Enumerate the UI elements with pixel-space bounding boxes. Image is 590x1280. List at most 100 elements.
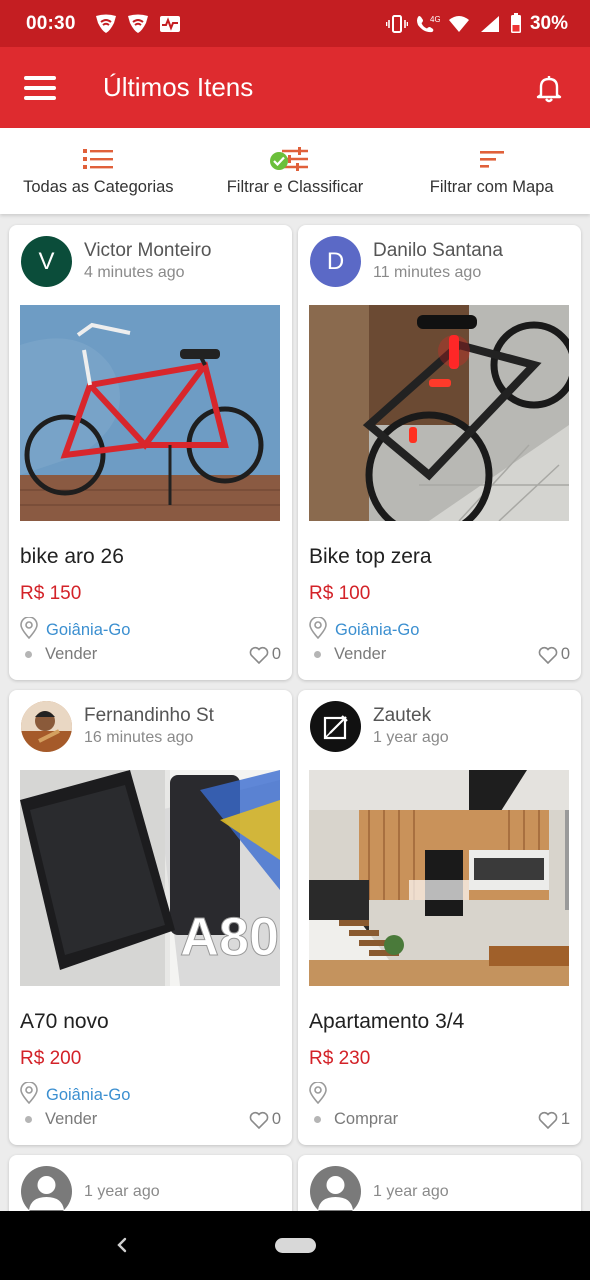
avatar[interactable]: D [310, 236, 361, 287]
bullet-icon [25, 651, 32, 658]
listing-price: R$ 230 [309, 1048, 371, 1069]
seller-name: Victor Monteiro [84, 239, 212, 261]
like-count: 1 [560, 1110, 570, 1128]
seller-header: Fernandinho St 16 minutes ago [21, 701, 214, 752]
activity-icon [158, 12, 182, 36]
system-nav-bar [0, 1211, 590, 1280]
seller-name: Fernandinho St [84, 704, 214, 726]
listing-type: Vender [45, 645, 98, 663]
filter-sort-label: Filtrar e Classificar [226, 177, 364, 196]
listing-title: Bike top zera [309, 545, 432, 568]
posted-time: 4 minutes ago [84, 263, 185, 281]
like-button[interactable]: 0 [249, 645, 281, 664]
listing-type: Vender [334, 645, 387, 663]
battery-percent: 30% [529, 12, 568, 34]
like-button[interactable]: 0 [538, 645, 570, 664]
posted-time: 11 minutes ago [373, 263, 482, 281]
bell-icon[interactable] [532, 71, 566, 105]
listing-meta: Comprar 1 [309, 1110, 570, 1129]
filter-toolbar: Todas as Categorias Filtrar e Classifica… [0, 128, 590, 214]
location-city[interactable]: Goiânia-Go [46, 1086, 130, 1105]
listing-location: Goiânia-Go [20, 1081, 130, 1109]
wifi-icon [447, 12, 471, 36]
back-icon[interactable] [112, 1233, 132, 1257]
status-notification-icons [94, 12, 182, 36]
listing-location: Goiânia-Go [309, 616, 419, 644]
avatar[interactable] [310, 1166, 361, 1215]
location-city[interactable]: Goiânia-Go [335, 621, 419, 640]
posted-time: 1 year ago [373, 728, 449, 746]
like-button[interactable]: 0 [249, 1110, 281, 1129]
avatar[interactable] [21, 701, 72, 752]
seller-header: V Victor Monteiro 4 minutes ago [21, 236, 211, 287]
page-title: Últimos Itens [103, 72, 254, 102]
seller-header: D Danilo Santana 11 minutes ago [310, 236, 503, 287]
listing-title: bike aro 26 [20, 545, 124, 568]
sort-icon [479, 146, 504, 172]
seller-name: Danilo Santana [373, 239, 503, 261]
like-count: 0 [271, 1110, 281, 1128]
edit-square-icon [323, 714, 348, 739]
listing-location [309, 1081, 335, 1109]
shield-wifi-icon [94, 12, 118, 36]
avatar[interactable] [310, 701, 361, 752]
active-check-icon [270, 151, 288, 170]
listing-card[interactable]: Zautek 1 year ago Apartamento 3/4 R$ 230… [298, 690, 581, 1145]
app-bar: Últimos Itens [0, 47, 590, 128]
shield-wifi-icon [126, 12, 150, 36]
sliders-icon [270, 146, 308, 172]
listing-meta: Vender 0 [20, 1110, 281, 1129]
listing-meta: Vender 0 [20, 645, 281, 664]
menu-icon[interactable] [24, 75, 56, 100]
listing-type: Comprar [334, 1110, 399, 1128]
filter-sort-button[interactable]: Filtrar e Classificar [197, 128, 394, 214]
wifi-call-icon: 4G [416, 12, 440, 36]
listing-card[interactable]: Fernandinho St 16 minutes ago A80 A70 no… [9, 690, 292, 1145]
listing-photo[interactable]: A80 [20, 770, 280, 986]
listing-location: Goiânia-Go [20, 616, 130, 644]
signal-icon [478, 12, 502, 36]
listing-card[interactable]: V Victor Monteiro 4 minutes ago bike aro… [9, 225, 292, 680]
listing-photo[interactable] [309, 305, 569, 521]
listing-card[interactable]: 1 year ago [298, 1155, 581, 1215]
listing-photo[interactable] [20, 305, 280, 521]
location-city[interactable]: Goiânia-Go [46, 621, 130, 640]
location-pin-icon [20, 1081, 38, 1109]
person-icon [29, 1176, 64, 1210]
svg-text:A80: A80 [180, 907, 279, 967]
battery-icon [509, 12, 523, 36]
location-pin-icon [309, 616, 327, 644]
svg-text:4G: 4G [430, 15, 440, 24]
avatar[interactable]: V [21, 236, 72, 287]
status-time: 00:30 [26, 12, 76, 34]
status-system-icons: 4G 30% [385, 12, 568, 36]
listing-type: Vender [45, 1110, 98, 1128]
like-count: 0 [560, 645, 570, 663]
map-filter-button[interactable]: Filtrar com Mapa [393, 128, 590, 214]
bullet-icon [314, 651, 321, 658]
heart-icon [538, 1111, 558, 1129]
heart-icon [249, 1111, 269, 1129]
seller-header: 1 year ago [310, 1166, 449, 1215]
categories-button[interactable]: Todas as Categorias [0, 128, 197, 214]
posted-time: 1 year ago [84, 1182, 160, 1200]
posted-time: 16 minutes ago [84, 728, 194, 746]
avatar[interactable] [21, 1166, 72, 1215]
location-pin-icon [20, 616, 38, 644]
listing-title: A70 novo [20, 1010, 109, 1033]
listing-price: R$ 150 [20, 583, 82, 604]
listing-card[interactable]: D Danilo Santana 11 minutes ago Bike top… [298, 225, 581, 680]
listing-price: R$ 100 [309, 583, 371, 604]
listing-photo[interactable] [309, 770, 569, 986]
seller-name: Zautek [373, 704, 432, 726]
listing-price: R$ 200 [20, 1048, 82, 1069]
like-button[interactable]: 1 [538, 1110, 570, 1129]
status-bar: 00:30 4G 30% [0, 0, 590, 47]
listing-card[interactable]: 1 year ago [9, 1155, 292, 1215]
heart-icon [249, 646, 269, 664]
bullet-icon [314, 1116, 321, 1123]
categories-label: Todas as Categorias [23, 177, 174, 196]
listing-meta: Vender 0 [309, 645, 570, 664]
home-pill-button[interactable] [274, 1238, 316, 1253]
map-filter-label: Filtrar com Mapa [429, 177, 554, 196]
